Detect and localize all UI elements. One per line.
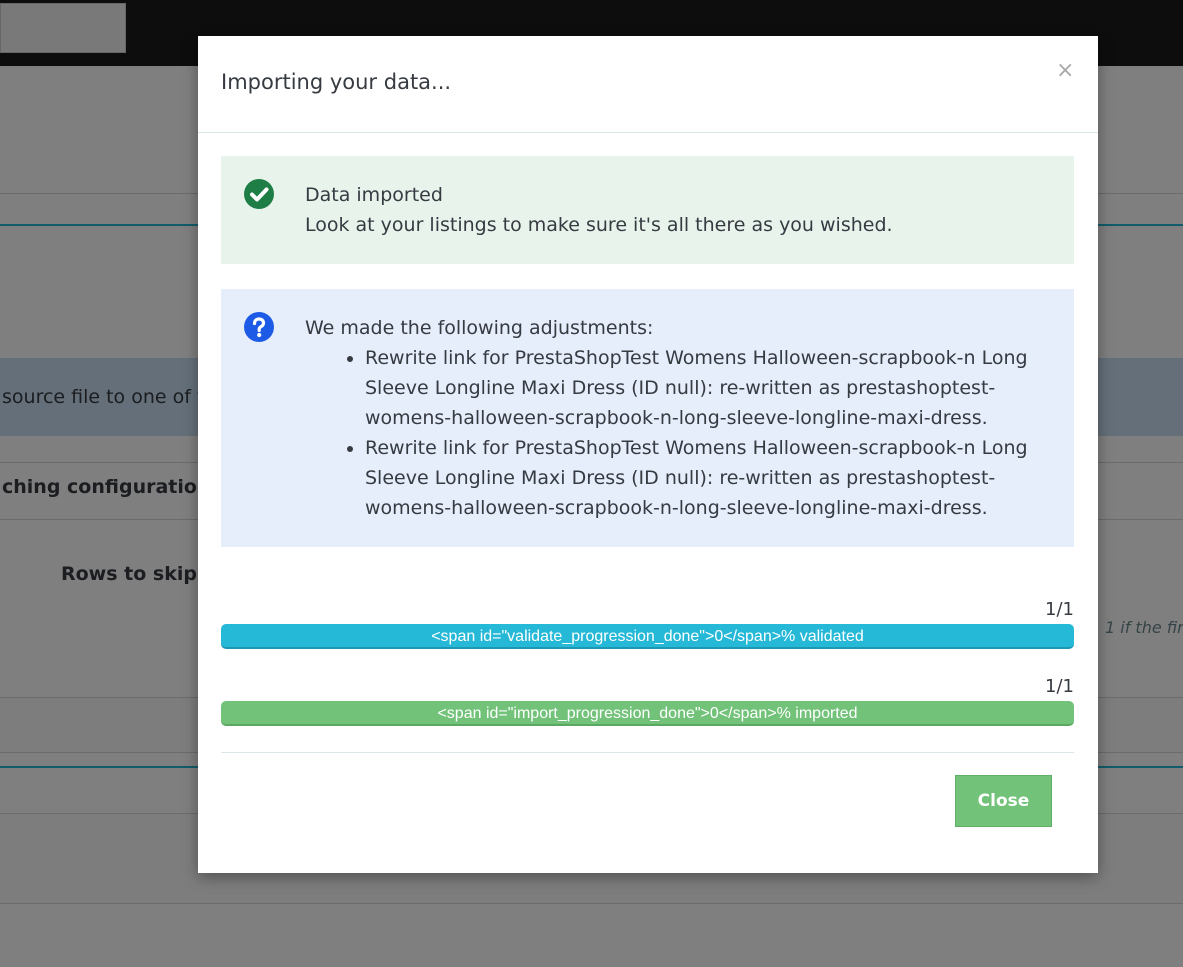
info-alert: We made the following adjustments: Rewri… xyxy=(221,289,1074,547)
modal-title: Importing your data... xyxy=(221,70,452,94)
modal-footer-divider xyxy=(221,752,1074,753)
info-alert-heading: We made the following adjustments: xyxy=(305,317,654,339)
list-item: Rewrite link for PrestaShopTest Womens H… xyxy=(365,433,1045,523)
success-alert-heading: Data imported xyxy=(305,184,443,206)
question-circle-icon xyxy=(244,312,274,342)
check-circle-icon xyxy=(244,179,274,209)
list-item: Rewrite link for PrestaShopTest Womens H… xyxy=(365,343,1045,433)
import-progress-count: 1/1 xyxy=(1045,676,1074,697)
import-progress-bar: <span id="import_progression_done">0</sp… xyxy=(221,701,1074,726)
info-alert-body: We made the following adjustments: Rewri… xyxy=(305,313,1045,523)
success-alert-message: Look at your listings to make sure it's … xyxy=(305,214,893,236)
validate-progress-bar: <span id="validate_progression_done">0</… xyxy=(221,624,1074,649)
close-button[interactable]: Close xyxy=(955,775,1052,827)
adjustments-list: Rewrite link for PrestaShopTest Womens H… xyxy=(305,343,1045,523)
close-icon[interactable]: × xyxy=(1056,60,1074,82)
modal-header: Importing your data... × xyxy=(198,36,1098,133)
success-alert-body: Data imported Look at your listings to m… xyxy=(305,180,893,240)
validate-progress-count: 1/1 xyxy=(1045,599,1074,620)
success-alert: Data imported Look at your listings to m… xyxy=(221,156,1074,264)
import-modal: Importing your data... × Data imported L… xyxy=(198,36,1098,873)
